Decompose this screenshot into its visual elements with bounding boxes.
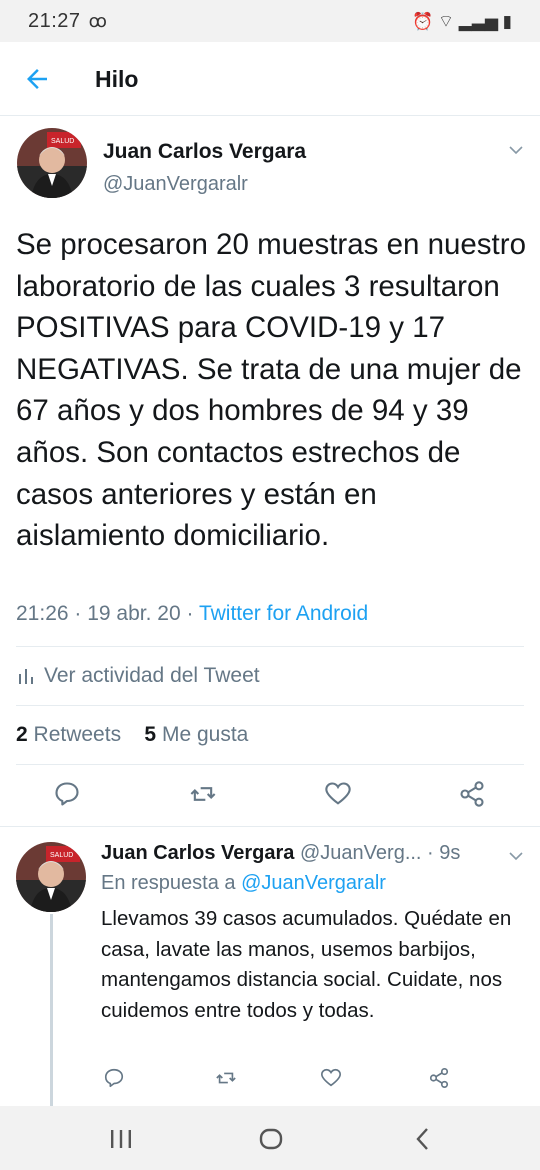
tweet-date: 19 abr. 20 [87, 602, 181, 625]
reply-author-name[interactable]: Juan Carlos Vergara [101, 842, 294, 864]
author-name[interactable]: Juan Carlos Vergara [103, 140, 306, 164]
tweet-actions [0, 780, 540, 814]
chevron-down-icon[interactable] [508, 142, 524, 158]
in-reply-prefix: En respuesta a [101, 872, 236, 894]
meta-dot: · [74, 602, 88, 625]
reply-author-handle[interactable]: @JuanVerg... [300, 842, 421, 864]
reply-icon[interactable] [53, 780, 81, 808]
retweet-icon[interactable] [215, 1067, 237, 1089]
reply-age: · 9s [427, 842, 461, 864]
retweets-label[interactable]: Retweets [34, 723, 122, 746]
share-icon[interactable] [428, 1067, 450, 1089]
divider [16, 646, 524, 647]
avatar-badge-text: SALUD [50, 852, 73, 859]
share-icon[interactable] [458, 780, 486, 808]
home-icon[interactable] [256, 1124, 286, 1154]
author-handle[interactable]: @JuanVergaralr [103, 173, 248, 196]
reply-header: Juan Carlos Vergara @JuanVerg... · 9s [101, 842, 501, 865]
tweet-text: Se procesaron 20 muestras en nuestro lab… [16, 228, 526, 553]
system-nav-bar [0, 1106, 540, 1170]
back-arrow-icon[interactable] [22, 64, 52, 94]
avatar-image: SALUD [17, 128, 87, 198]
status-icons: ⏰ ⌔ ▂▃▅ ▮ [412, 11, 512, 31]
voicemail-icon: ꝏ [88, 10, 107, 31]
divider [16, 705, 524, 706]
tweet-client-link[interactable]: Twitter for Android [199, 602, 368, 625]
avatar[interactable]: SALUD [17, 128, 87, 198]
likes-label[interactable]: Me gusta [162, 723, 248, 746]
reply-actions [0, 1067, 540, 1091]
tweet-activity-link[interactable]: Ver actividad del Tweet [18, 664, 260, 688]
in-reply-handle-link[interactable]: @JuanVergaralr [241, 872, 386, 894]
retweets-count[interactable]: 2 [16, 723, 28, 746]
likes-count[interactable]: 5 [144, 723, 156, 746]
back-nav-icon[interactable] [408, 1124, 438, 1154]
section-divider [0, 826, 540, 827]
reply-icon[interactable] [103, 1067, 125, 1089]
app-bar: Hilo [0, 42, 540, 116]
status-bar: 21:27 ꝏ ⏰ ⌔ ▂▃▅ ▮ [0, 0, 540, 42]
tweet-time: 21:26 [16, 602, 69, 625]
reply-text: Llevamos 39 casos acumulados. Quédate en… [101, 907, 512, 1022]
chevron-down-icon[interactable] [508, 848, 524, 864]
tweet-stats: 2 Retweets 5 Me gusta [16, 723, 248, 747]
status-time: 21:27 [28, 9, 81, 32]
bar-chart-icon [19, 669, 33, 684]
reply-avatar[interactable]: SALUD [16, 842, 86, 912]
tweet-meta: 21:26 · 19 abr. 20 · Twitter for Android [16, 602, 368, 626]
page-title: Hilo [95, 66, 139, 92]
meta-dot: · [186, 602, 199, 625]
tweet-activity-label: Ver actividad del Tweet [44, 664, 260, 687]
like-icon[interactable] [320, 1067, 342, 1089]
retweet-icon[interactable] [189, 780, 217, 808]
divider [16, 764, 524, 765]
avatar-image: SALUD [16, 842, 86, 912]
like-icon[interactable] [324, 780, 352, 808]
in-reply-to: En respuesta a @JuanVergaralr [101, 872, 386, 895]
recent-apps-icon[interactable] [106, 1124, 136, 1154]
avatar-badge-text: SALUD [51, 138, 74, 145]
